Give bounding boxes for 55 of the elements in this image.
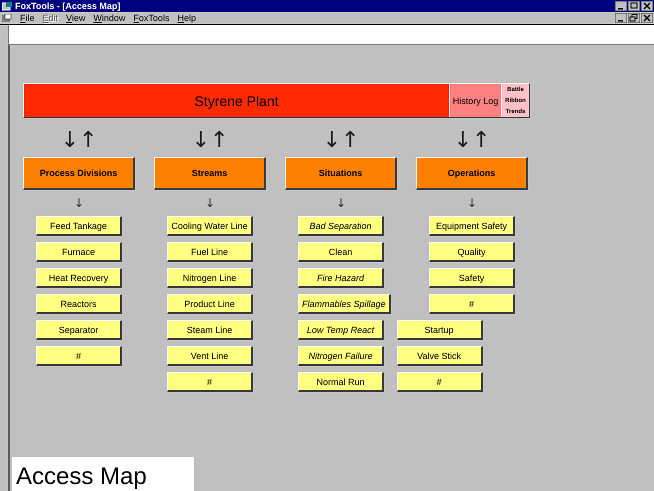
map-button[interactable]: Fuel Line bbox=[167, 242, 253, 262]
map-button[interactable]: Reactors bbox=[36, 294, 122, 314]
map-button[interactable]: Startup bbox=[396, 320, 483, 340]
category-button[interactable]: Situations bbox=[285, 157, 397, 190]
window-title: FoxTools - [Access Map] bbox=[15, 1, 122, 11]
link-arrows: ↓↑ bbox=[454, 127, 490, 155]
map-button[interactable]: # bbox=[429, 294, 515, 314]
map-button[interactable]: Nitrogen Failure bbox=[298, 346, 384, 366]
map-button[interactable]: Low Temp React bbox=[298, 320, 384, 340]
map-button[interactable]: Flammables Spillage bbox=[298, 294, 391, 314]
map-button[interactable]: Product Line bbox=[167, 294, 253, 314]
map-button[interactable]: Heat Recovery bbox=[36, 268, 122, 288]
down-arrow: ↓ bbox=[204, 195, 216, 212]
category-button[interactable]: Operations bbox=[416, 157, 528, 190]
document-icon[interactable] bbox=[2, 14, 12, 22]
map-button[interactable]: Feed Tankage bbox=[36, 216, 122, 236]
minimize-icon[interactable] bbox=[615, 1, 627, 11]
map-caption: Access Map bbox=[12, 457, 194, 491]
menu-item[interactable]: Help bbox=[177, 13, 196, 23]
category-button[interactable]: Process Divisions bbox=[23, 157, 135, 190]
minimize-icon[interactable] bbox=[615, 13, 627, 23]
down-arrow: ↓ bbox=[466, 195, 478, 212]
link-arrows: ↓↑ bbox=[322, 127, 360, 155]
map-button[interactable]: Separator bbox=[36, 320, 122, 340]
map-button[interactable]: Normal Run bbox=[298, 372, 384, 392]
menu-item[interactable]: Window bbox=[93, 13, 126, 23]
map-button[interactable]: Valve Stick bbox=[396, 346, 483, 366]
maximize-icon[interactable] bbox=[628, 1, 640, 11]
plant-title-bar[interactable]: Styrene Plant bbox=[24, 84, 449, 117]
category-button[interactable]: Streams bbox=[154, 157, 266, 190]
down-arrow: ↓ bbox=[74, 195, 84, 212]
close-icon[interactable] bbox=[641, 13, 653, 23]
menu-item[interactable]: View bbox=[66, 13, 86, 23]
down-arrow: ↓ bbox=[336, 195, 346, 212]
map-button[interactable]: # bbox=[167, 372, 253, 392]
map-button[interactable]: Steam Line bbox=[167, 320, 253, 340]
map-button[interactable]: Safety bbox=[429, 268, 515, 288]
menu-item[interactable]: File bbox=[20, 13, 35, 23]
map-button[interactable]: Fire Hazard bbox=[298, 268, 384, 288]
link-arrows: ↓↑ bbox=[60, 127, 98, 155]
map-button[interactable]: Equipment Safety bbox=[429, 216, 515, 236]
close-icon[interactable] bbox=[641, 1, 653, 11]
map-button[interactable]: Clean bbox=[298, 242, 384, 262]
map-button[interactable]: Nitrogen Line bbox=[167, 268, 253, 288]
map-button[interactable]: Vent Line bbox=[167, 346, 253, 366]
map-button[interactable]: Furnace bbox=[36, 242, 122, 262]
history-log-button[interactable]: History Log bbox=[449, 84, 501, 117]
map-button[interactable]: Bad Separation bbox=[298, 216, 384, 236]
map-button[interactable]: # bbox=[396, 372, 483, 392]
map-button[interactable]: Quality bbox=[429, 242, 515, 262]
menu-item[interactable]: FoxTools bbox=[133, 13, 170, 23]
link-arrows: ↓↑ bbox=[192, 127, 228, 155]
map-button[interactable]: # bbox=[36, 346, 122, 366]
map-button[interactable]: Cooling Water Line bbox=[167, 216, 253, 236]
restore-icon[interactable] bbox=[628, 13, 640, 23]
